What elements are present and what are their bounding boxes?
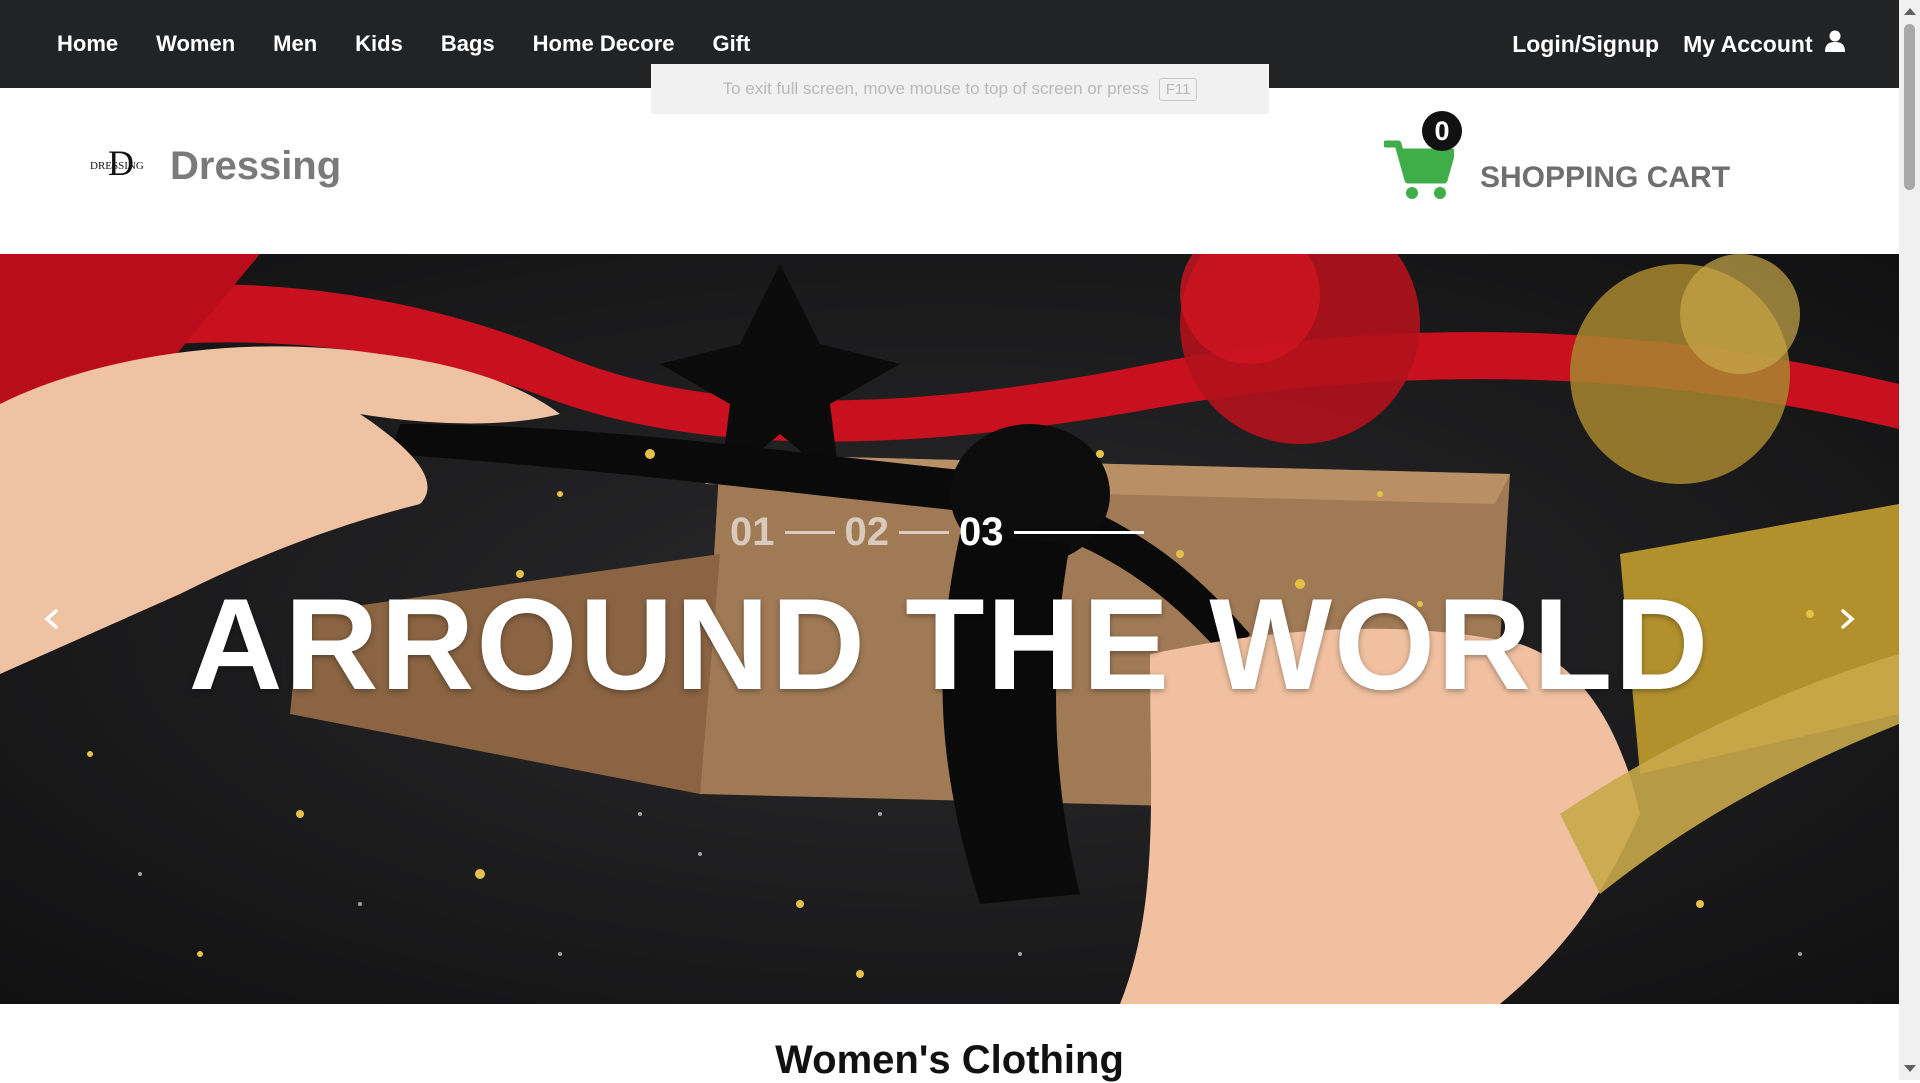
nav-men-link[interactable]: Men (273, 31, 317, 57)
hero-slider: 01 02 03 ARROUND THE WORLD (0, 254, 1899, 1004)
hero-title: ARROUND THE WORLD (188, 571, 1711, 717)
page-scrollbar[interactable] (1899, 0, 1920, 1080)
slide-divider (784, 531, 835, 534)
fullscreen-key-hint: F11 (1158, 77, 1198, 101)
nav-kids-link[interactable]: Kids (355, 31, 403, 57)
login-signup-link[interactable]: Login/Signup (1512, 31, 1659, 58)
slide-02-indicator[interactable]: 02 (845, 510, 890, 555)
logo-mark[interactable]: D DRESSING (90, 143, 150, 184)
fullscreen-exit-notice: To exit full screen, move mouse to top o… (651, 64, 1269, 114)
nav-home-decore-link[interactable]: Home Decore (533, 31, 675, 57)
user-icon (1825, 30, 1845, 52)
fullscreen-notice-text: To exit full screen, move mouse to top o… (722, 79, 1149, 98)
nav-women-link[interactable]: Women (156, 31, 235, 57)
scroll-up-icon[interactable] (1904, 8, 1916, 15)
slide-divider (899, 531, 949, 534)
slide-01-indicator[interactable]: 01 (730, 510, 775, 555)
brand-name[interactable]: Dressing (170, 144, 341, 189)
slide-indicator: 01 02 03 (730, 510, 1154, 555)
scroll-down-icon[interactable] (1904, 1065, 1916, 1072)
chevron-left-icon[interactable] (36, 604, 66, 634)
nav-home-link[interactable]: Home (57, 31, 118, 57)
cart-count-badge: 0 (1422, 111, 1462, 151)
my-account-link[interactable]: My Account (1683, 30, 1845, 58)
account-nav: Login/Signup My Account (1488, 0, 1845, 88)
shopping-cart-link[interactable]: SHOPPING CART (1480, 161, 1730, 195)
slide-03-indicator[interactable]: 03 (959, 510, 1004, 555)
chevron-right-icon[interactable] (1833, 604, 1863, 634)
nav-bags-link[interactable]: Bags (441, 31, 495, 57)
logo-small-text: DRESSING (90, 160, 144, 172)
section-title: Women's Clothing (775, 1038, 1124, 1082)
my-account-label: My Account (1683, 31, 1813, 57)
nav-gift-link[interactable]: Gift (713, 31, 751, 57)
scroll-thumb[interactable] (1904, 24, 1915, 190)
slide-active-divider (1013, 531, 1144, 534)
